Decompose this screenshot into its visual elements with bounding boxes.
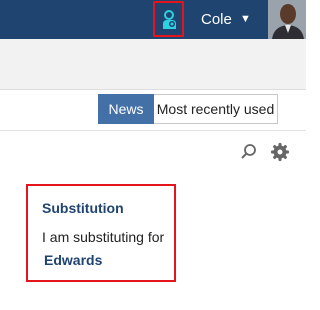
widget-text: I am substituting for [42, 229, 165, 245]
gear-icon [271, 143, 289, 161]
tab-news[interactable]: News [98, 94, 154, 124]
substitution-person-icon [163, 10, 176, 29]
divider [0, 130, 306, 131]
search-icon [241, 144, 256, 159]
avatar-image [268, 0, 306, 39]
top-navigation-bar: Cole ▼ [0, 0, 306, 39]
substitution-widget: Substitution I am substituting for Edwar… [26, 184, 176, 282]
caret-down-icon[interactable]: ▼ [240, 13, 251, 25]
user-name[interactable]: Cole [201, 11, 232, 28]
tab-most-recently-used[interactable]: Most recently used [154, 94, 278, 124]
user-avatar[interactable] [268, 0, 306, 39]
settings-button[interactable] [269, 141, 291, 163]
substitution-button[interactable] [153, 1, 184, 37]
tab-group: News Most recently used [98, 94, 278, 124]
search-button[interactable] [239, 142, 259, 162]
widget-title[interactable]: Substitution [42, 200, 124, 216]
secondary-bar [0, 39, 306, 90]
substitute-user-link[interactable]: Edwards [44, 252, 102, 268]
